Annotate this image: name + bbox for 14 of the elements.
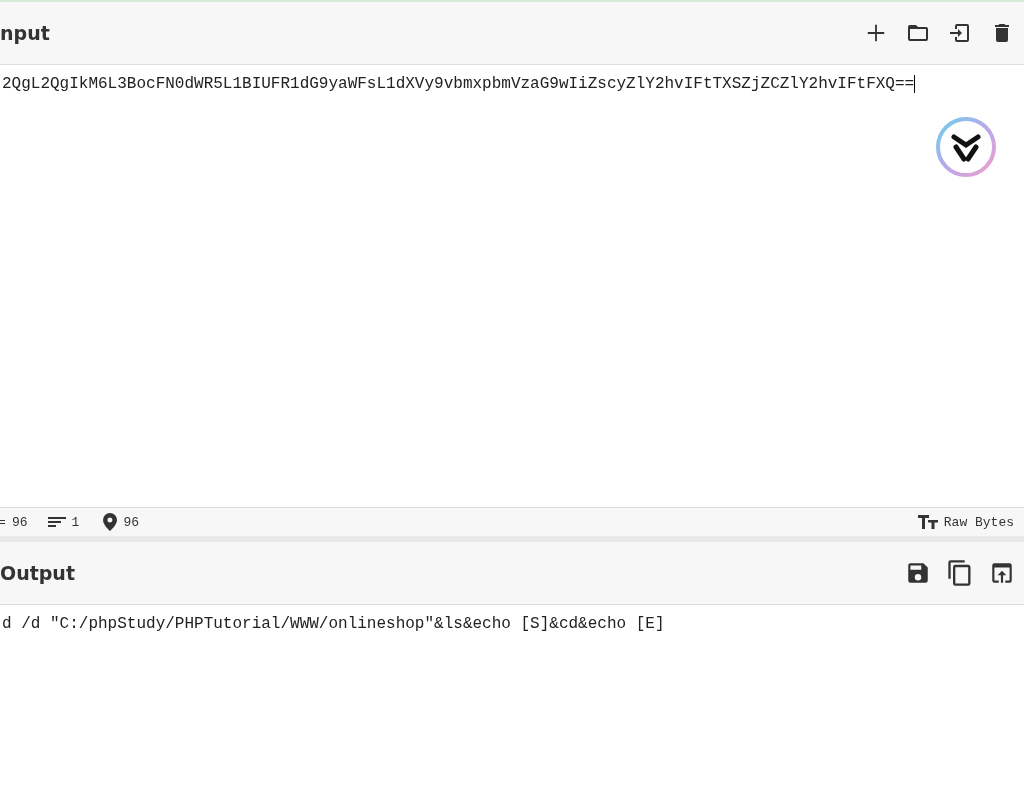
- lines-icon: [47, 515, 66, 529]
- encoding-label[interactable]: Raw Bytes: [943, 514, 1014, 530]
- length-icon: [0, 517, 6, 527]
- text-size-icon[interactable]: [917, 515, 938, 529]
- logo-icon[interactable]: [934, 115, 998, 179]
- line-count: 1: [71, 514, 80, 530]
- panel-title: nput: [0, 22, 50, 44]
- location-pin-icon: [103, 513, 118, 531]
- output-text: d /d "C:/phpStudy/PHPTutorial/WWW/onlineshop"&ls&echo [S]&cd&echo [E]: [1, 614, 666, 633]
- panel-title: Output: [0, 562, 75, 584]
- copy-icon[interactable]: [946, 559, 974, 587]
- cursor-position: 96: [123, 514, 140, 530]
- input-field[interactable]: 2QgL2QgIkM6L3BocFN0dWR5L1BIUFR1dG9yaWFsL1dXVy9vbmxpbmVzaG9wIiZscyZlY2hvIFtTXSZjZCZlY2hvIFtFXQ==: [0, 65, 1024, 94]
- length-count: 96: [12, 514, 28, 530]
